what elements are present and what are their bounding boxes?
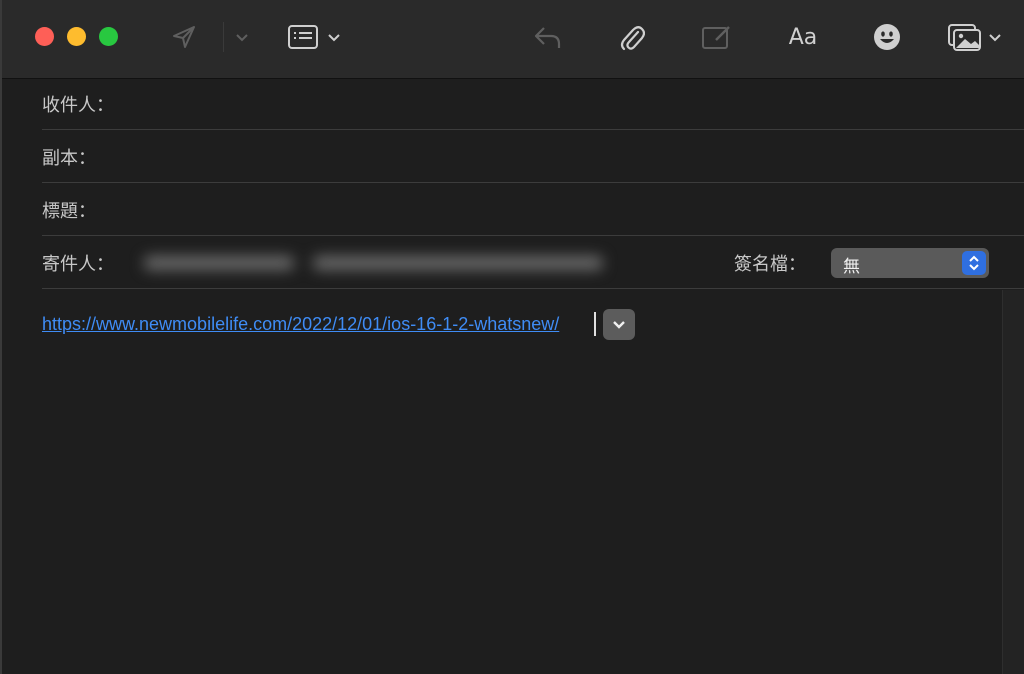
- format-icon[interactable]: Aa: [783, 22, 823, 52]
- divider: [42, 182, 1024, 183]
- signature-label: 簽名檔：: [734, 254, 806, 275]
- from-label: 寄件人：: [42, 254, 114, 275]
- body-link[interactable]: https://www.newmobilelife.com/2022/12/01…: [42, 314, 559, 335]
- link-options-button[interactable]: [603, 309, 635, 340]
- from-row: 寄件人： 簽名檔： 無: [4, 237, 1024, 289]
- photo-browser-icon[interactable]: [946, 20, 984, 54]
- photo-browser-chevron-icon[interactable]: [986, 28, 1004, 48]
- compose-window: Aa 收件人： 副本： 標題： 寄件人： 簽名檔： 無 https://www.…: [0, 0, 1024, 674]
- header-fields-chevron-icon[interactable]: [324, 28, 344, 48]
- signature-select[interactable]: 無: [831, 248, 989, 278]
- divider: [42, 235, 1024, 236]
- attachment-icon[interactable]: [616, 20, 648, 54]
- toolbar: Aa: [2, 0, 1024, 79]
- from-account-redacted[interactable]: [144, 251, 604, 275]
- toolbar-separator: [223, 22, 224, 52]
- to-row[interactable]: 收件人：: [4, 78, 1024, 130]
- send-options-chevron-icon[interactable]: [232, 28, 252, 48]
- reply-icon[interactable]: [530, 22, 564, 52]
- message-body[interactable]: https://www.newmobilelife.com/2022/12/01…: [4, 290, 1002, 674]
- divider: [42, 129, 1024, 130]
- send-icon[interactable]: [168, 22, 200, 52]
- scrollbar-track[interactable]: [1002, 290, 1024, 674]
- subject-row[interactable]: 標題：: [4, 184, 1024, 236]
- select-stepper-icon: [962, 251, 986, 275]
- divider: [42, 288, 1024, 289]
- signature-value: 無: [843, 257, 860, 277]
- subject-label: 標題：: [42, 201, 96, 222]
- zoom-window-button[interactable]: [99, 27, 118, 46]
- cc-label: 副本：: [42, 148, 96, 169]
- markup-icon[interactable]: [699, 20, 735, 54]
- to-label: 收件人：: [42, 95, 114, 116]
- text-caret: [594, 312, 596, 336]
- chevron-down-icon: [613, 320, 625, 329]
- header-fields-icon[interactable]: [286, 22, 320, 52]
- close-window-button[interactable]: [35, 27, 54, 46]
- emoji-icon[interactable]: [872, 22, 902, 52]
- minimize-window-button[interactable]: [67, 27, 86, 46]
- cc-row[interactable]: 副本：: [4, 131, 1024, 183]
